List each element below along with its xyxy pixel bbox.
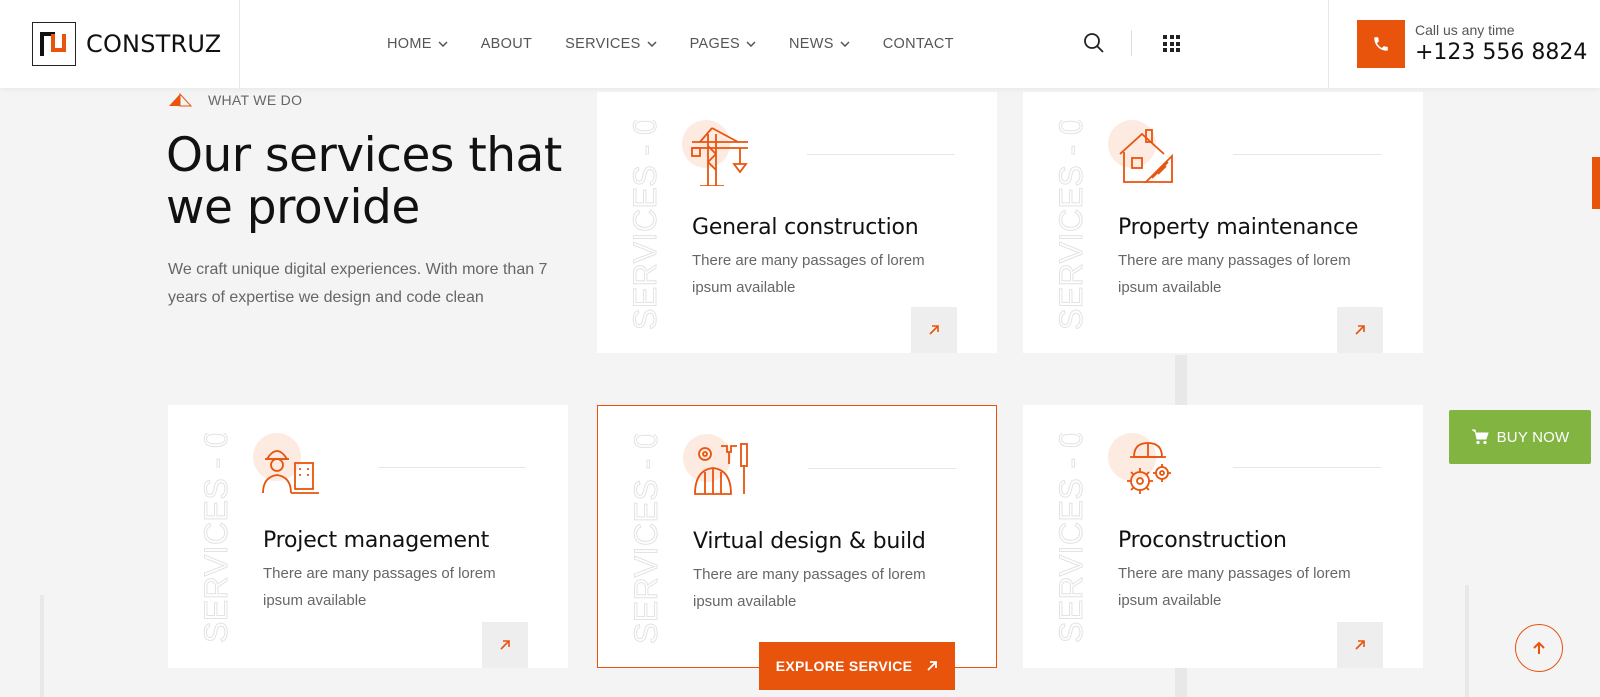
nav-label: NEWS (789, 36, 834, 52)
arrow-up-right-icon[interactable] (1337, 622, 1383, 668)
service-title[interactable]: Virtual design & build (693, 529, 926, 554)
call-number[interactable]: +123 556 8824 (1415, 40, 1587, 65)
divider-line (378, 467, 526, 468)
helmet-gears-icon (1108, 433, 1178, 503)
header-divider (1131, 30, 1132, 56)
svg-text:SERVICES - 05: SERVICES - 05 (1053, 433, 1087, 643)
buy-now-button[interactable]: BUY NOW (1449, 410, 1591, 464)
service-description: There are many passages of lorem ipsum a… (693, 566, 926, 610)
eyebrow-label: WHAT WE DO (208, 92, 303, 108)
section-eyebrow: WHAT WE DO (168, 92, 302, 108)
svg-text:SERVICES - 04: SERVICES - 04 (628, 434, 662, 644)
svg-text:SERVICES - 03: SERVICES - 03 (198, 433, 232, 643)
service-number: SERVICES - 03 (198, 433, 232, 643)
service-number: SERVICES - 01 (627, 120, 661, 330)
nav-item-about[interactable]: ABOUT (481, 36, 532, 52)
divider-line (807, 154, 955, 155)
service-card-active[interactable]: SERVICES - 04 Virtual design & build The… (597, 405, 997, 668)
logo[interactable]: CONSTRUZ (0, 0, 240, 88)
nav-item-news[interactable]: NEWS (789, 36, 850, 52)
chevron-down-icon (746, 41, 756, 47)
house-plan-icon (1108, 120, 1178, 190)
scroll-to-top-button[interactable] (1515, 624, 1563, 672)
phone-icon[interactable] (1357, 20, 1405, 68)
service-card[interactable]: SERVICES - 01 General construction There… (597, 92, 997, 353)
nav-label: CONTACT (882, 36, 954, 52)
service-description: There are many passages of lorem ipsum a… (1118, 565, 1351, 609)
divider-line (1233, 154, 1381, 155)
arrow-up-right-icon[interactable] (911, 307, 957, 353)
service-number: SERVICES - 05 (1053, 433, 1087, 643)
side-tab[interactable] (1592, 157, 1600, 209)
service-title[interactable]: Property maintenance (1118, 215, 1358, 240)
explore-service-button[interactable]: EXPLORE SERVICE (759, 642, 955, 690)
search-icon[interactable] (1083, 32, 1105, 54)
svg-text:SERVICES - 02: SERVICES - 02 (1053, 120, 1087, 330)
nav-label: SERVICES (565, 36, 641, 52)
nav-label: PAGES (689, 36, 741, 52)
chevron-down-icon (438, 41, 448, 47)
service-number: SERVICES - 04 (628, 434, 662, 644)
service-title[interactable]: Project management (263, 528, 489, 553)
arrow-up-right-icon (927, 661, 938, 671)
service-title[interactable]: General construction (692, 215, 919, 240)
service-card[interactable]: SERVICES - 03 Project management There a… (168, 405, 568, 668)
divider-line (1233, 467, 1381, 468)
nav-item-home[interactable]: HOME (387, 36, 448, 52)
svg-text:SERVICES - 01: SERVICES - 01 (627, 120, 661, 330)
explore-label: EXPLORE SERVICE (775, 658, 913, 674)
service-card[interactable]: SERVICES - 02 Property maintenance There… (1023, 92, 1423, 353)
tower-crane-icon (682, 120, 752, 190)
nav-item-contact[interactable]: CONTACT (883, 36, 954, 52)
site-header: CONSTRUZ HOME ABOUT SERVICES PAGES NEWS … (0, 0, 1600, 88)
arrow-up-icon (1533, 641, 1545, 654)
service-description: There are many passages of lorem ipsum a… (1118, 252, 1351, 296)
buy-now-label: BUY NOW (1496, 428, 1570, 446)
chevron-down-icon (647, 41, 657, 47)
service-card[interactable]: SERVICES - 05 Proconstruction There are … (1023, 405, 1423, 668)
arrow-up-right-icon[interactable] (482, 622, 528, 668)
cart-icon (1471, 429, 1489, 445)
nav-item-services[interactable]: SERVICES (565, 36, 657, 52)
brand-name: CONSTRUZ (86, 30, 222, 58)
engineer-icon (253, 433, 323, 503)
service-description: There are many passages of lorem ipsum a… (692, 252, 925, 296)
grid-menu-icon[interactable] (1163, 35, 1180, 52)
service-description: There are many passages of lorem ipsum a… (263, 565, 496, 609)
divider-line (808, 468, 956, 469)
arrow-up-right-icon[interactable] (1337, 307, 1383, 353)
chevron-down-icon (840, 41, 850, 47)
section-description: We craft unique digital experiences. Wit… (168, 261, 548, 306)
nav-label: ABOUT (480, 36, 533, 52)
section-title: Our services that we provide (166, 128, 562, 235)
helmet-tools-icon (683, 434, 753, 504)
service-number: SERVICES - 02 (1053, 120, 1087, 330)
call-label: Call us any time (1415, 22, 1515, 38)
roof-triangle-icon (169, 93, 192, 107)
nav-label: HOME (387, 36, 432, 52)
call-box: Call us any time +123 556 8824 (1328, 0, 1600, 88)
nav-item-pages[interactable]: PAGES (690, 36, 756, 52)
logo-mark-icon (32, 22, 76, 66)
service-title[interactable]: Proconstruction (1118, 528, 1287, 553)
main-nav: HOME ABOUT SERVICES PAGES NEWS CONTACT (387, 0, 987, 88)
